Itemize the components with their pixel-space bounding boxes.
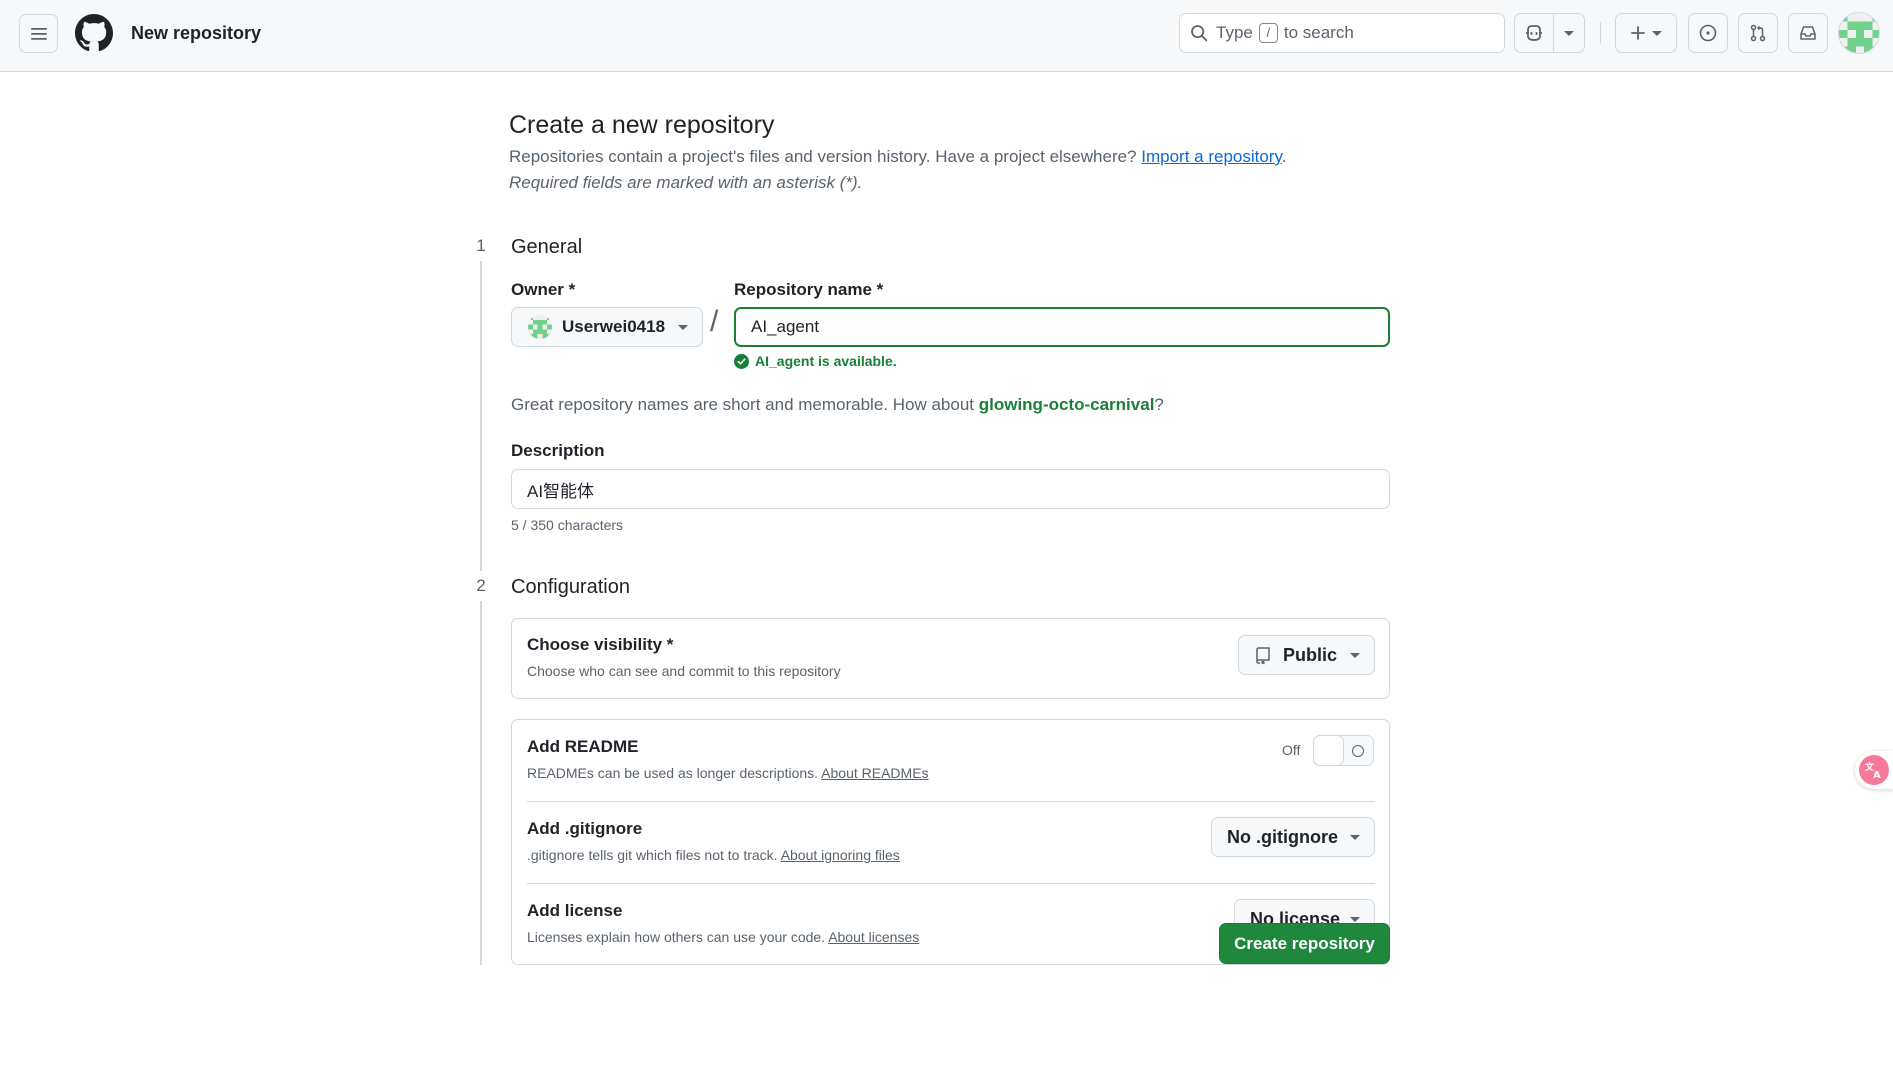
hamburger-icon (30, 27, 47, 40)
copilot-icon (1525, 25, 1542, 41)
form-title: Create a new repository (509, 111, 775, 139)
license-subtitle: Licenses explain how others can use your… (527, 929, 919, 945)
owner-dropdown[interactable]: Userwei0418 (511, 307, 703, 347)
import-repository-link[interactable]: Import a repository (1141, 147, 1281, 166)
description-char-count: 5 / 350 characters (511, 517, 624, 533)
required-fields-note: Required fields are marked with an aster… (509, 173, 863, 192)
section-title-general: General (511, 236, 583, 258)
readme-subtitle: READMEs can be used as longer descriptio… (527, 765, 929, 781)
issues-button[interactable] (1688, 13, 1728, 53)
chevron-down-icon (1350, 653, 1360, 658)
visibility-subtitle: Choose who can see and commit to this re… (527, 663, 841, 679)
repo-icon (1256, 647, 1270, 665)
chevron-down-icon (1652, 30, 1662, 36)
header-divider (1600, 22, 1601, 44)
gitignore-description: .gitignore tells git which files not to … (527, 847, 781, 863)
plus-icon (1631, 26, 1645, 40)
license-description: Licenses explain how others can use your… (527, 929, 829, 945)
suggested-name-button[interactable]: glowing-octo-carnival (979, 395, 1155, 414)
gitignore-subtitle: .gitignore tells git which files not to … (527, 847, 900, 863)
identicon-avatar-icon (528, 315, 552, 339)
toggle-off-icon (1352, 745, 1364, 757)
hamburger-menu-button[interactable] (19, 14, 58, 53)
owner-name: Userwei0418 (562, 317, 666, 336)
description-label: Description (511, 441, 605, 460)
check-circle-icon (734, 353, 749, 369)
search-icon (1191, 25, 1208, 42)
identicon-avatar-icon (1839, 13, 1879, 53)
search-box[interactable]: Type / to search (1179, 13, 1505, 53)
intro-description: Repositories contain a project's files a… (509, 147, 1142, 166)
row-divider (527, 801, 1375, 802)
visibility-value: Public (1283, 644, 1338, 665)
visibility-title: Choose visibility * (527, 635, 674, 654)
create-new-button[interactable] (1615, 13, 1677, 53)
section-title-configuration: Configuration (511, 576, 630, 598)
about-ignoring-files-link[interactable]: About ignoring files (781, 847, 900, 863)
availability-message: AI_agent is available. (734, 353, 897, 369)
inbox-button[interactable] (1788, 13, 1828, 53)
search-prefix: Type (1216, 23, 1253, 42)
readme-title: Add README (527, 737, 639, 756)
availability-text: AI_agent is available. (755, 353, 897, 369)
search-shortcut-key: / (1258, 23, 1278, 43)
search-suffix: to search (1283, 23, 1354, 42)
chevron-down-icon (1563, 30, 1574, 36)
page-title: New repository (131, 23, 262, 43)
copilot-button[interactable] (1515, 14, 1554, 52)
chevron-down-icon (1350, 835, 1360, 840)
owner-avatar (528, 315, 552, 339)
gitignore-value: No .gitignore (1227, 826, 1338, 847)
repository-name-input[interactable] (734, 307, 1390, 347)
top-navigation-bar: New repository Type / to search (0, 0, 1893, 72)
copilot-button-group (1514, 13, 1585, 53)
toggle-knob (1313, 735, 1344, 766)
chevron-down-icon (1350, 917, 1360, 922)
inbox-icon (1800, 26, 1816, 40)
readme-toggle-switch[interactable] (1313, 735, 1374, 766)
user-avatar[interactable] (1838, 12, 1880, 54)
intro-period: . (1281, 147, 1287, 166)
owner-label: Owner * (511, 280, 576, 299)
chevron-down-icon (678, 325, 688, 330)
visibility-dropdown[interactable]: Public (1238, 635, 1375, 675)
github-logo-icon[interactable] (75, 14, 113, 52)
owner-repo-separator: / (710, 305, 719, 338)
description-input[interactable] (511, 469, 1390, 509)
issue-opened-icon (1699, 24, 1717, 42)
row-divider (527, 883, 1375, 884)
step-number-general: 1 (466, 231, 496, 261)
gitignore-dropdown[interactable]: No .gitignore (1211, 817, 1375, 857)
create-repository-button[interactable]: Create repository (1219, 923, 1390, 964)
suggestion-prefix: Great repository names are short and mem… (511, 395, 979, 414)
translate-icon: 文A (1859, 755, 1889, 785)
repository-name-label: Repository name * (734, 280, 884, 299)
readme-description: READMEs can be used as longer descriptio… (527, 765, 822, 781)
about-licenses-link[interactable]: About licenses (828, 929, 919, 945)
intro-text: Repositories contain a project's files a… (509, 147, 1286, 167)
svg-text:A: A (1873, 770, 1881, 779)
name-suggestion: Great repository names are short and mem… (511, 395, 1164, 415)
step-timeline (480, 247, 482, 965)
suggestion-suffix: ? (1154, 395, 1164, 414)
gitignore-title: Add .gitignore (527, 819, 643, 838)
about-readmes-link[interactable]: About READMEs (821, 765, 928, 781)
pull-requests-button[interactable] (1738, 13, 1778, 53)
git-pull-request-icon (1750, 24, 1766, 42)
copilot-menu-button[interactable] (1554, 14, 1584, 52)
translate-extension-button[interactable]: 文A (1855, 751, 1893, 789)
step-number-configuration: 2 (466, 571, 496, 601)
visibility-card: Choose visibility * Choose who can see a… (511, 618, 1390, 699)
readme-toggle-state: Off (1282, 742, 1301, 758)
license-title: Add license (527, 901, 623, 920)
